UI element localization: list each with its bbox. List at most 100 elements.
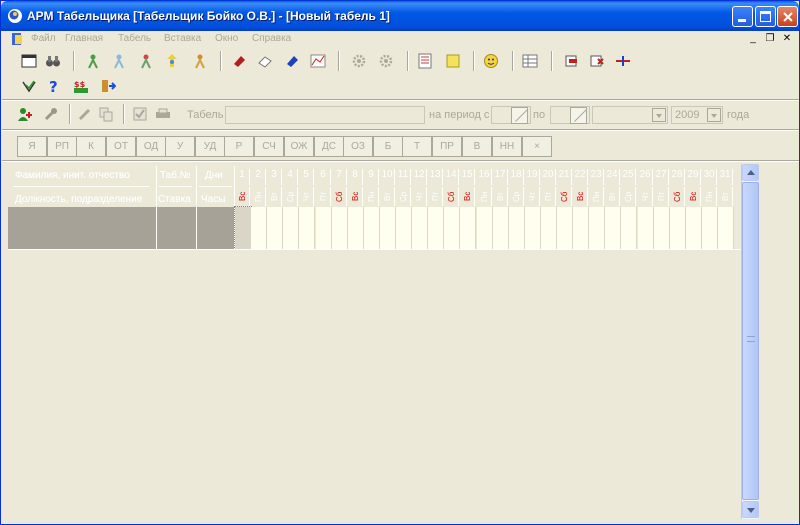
month-select[interactable] xyxy=(592,106,668,124)
day-cell[interactable] xyxy=(638,207,654,249)
menu-help[interactable]: Справка xyxy=(252,33,291,44)
scroll-up-button[interactable] xyxy=(742,164,759,181)
day-cell[interactable] xyxy=(444,207,460,249)
pencil-icon[interactable] xyxy=(77,106,93,122)
employee-name-cell[interactable] xyxy=(8,207,156,249)
code-button-10[interactable]: ДС xyxy=(314,136,344,157)
day-cell[interactable] xyxy=(364,207,380,249)
code-button-7[interactable]: Р xyxy=(224,136,254,157)
period-from-picker[interactable] xyxy=(511,107,528,124)
code-button-5[interactable]: У xyxy=(165,136,195,157)
chevron-down-icon[interactable] xyxy=(707,108,721,122)
code-button-4[interactable]: ОД xyxy=(136,136,166,157)
day-cell[interactable] xyxy=(509,207,525,249)
day-cell[interactable] xyxy=(477,207,493,249)
delete-row-icon[interactable] xyxy=(589,53,605,69)
chevron-down-icon[interactable] xyxy=(652,108,666,122)
day-cell[interactable] xyxy=(348,207,364,249)
code-button-14[interactable]: ПР xyxy=(432,136,462,157)
code-button-13[interactable]: Т xyxy=(402,136,432,157)
add-person-icon[interactable] xyxy=(85,53,101,69)
filter-check-icon[interactable] xyxy=(21,78,37,94)
calendar-icon[interactable] xyxy=(21,53,37,69)
grid-icon[interactable] xyxy=(522,53,538,69)
menu-insert[interactable]: Вставка xyxy=(164,33,201,44)
code-button-3[interactable]: ОТ xyxy=(106,136,136,157)
day-cell[interactable] xyxy=(702,207,718,249)
mdi-close-button[interactable]: ✕ xyxy=(781,33,793,45)
code-button-1[interactable]: РП xyxy=(47,136,77,157)
eraser-blue-icon[interactable] xyxy=(284,53,300,69)
period-from-field[interactable] xyxy=(491,106,531,124)
day-cell[interactable] xyxy=(605,207,621,249)
year-select[interactable]: 2009 xyxy=(671,106,723,124)
menu-window[interactable]: Окно xyxy=(215,33,238,44)
mdi-restore-button[interactable]: ❐ xyxy=(764,33,776,45)
table-icon[interactable] xyxy=(417,53,433,69)
eraser-red-icon[interactable] xyxy=(231,53,247,69)
day-cell[interactable] xyxy=(283,207,299,249)
code-button-11[interactable]: ОЗ xyxy=(343,136,373,157)
code-button-9[interactable]: ОЖ xyxy=(284,136,314,157)
tabel-field[interactable] xyxy=(225,106,425,124)
maximize-button[interactable] xyxy=(755,6,776,27)
vertical-scrollbar[interactable] xyxy=(741,164,759,519)
scroll-thumb[interactable] xyxy=(742,182,759,500)
person-up-icon[interactable] xyxy=(164,53,180,69)
binoculars-icon[interactable] xyxy=(45,53,61,69)
day-cell[interactable] xyxy=(428,207,444,249)
person-icon[interactable] xyxy=(111,53,127,69)
code-button-15[interactable]: В xyxy=(462,136,492,157)
day-cell[interactable] xyxy=(316,207,332,249)
day-cell[interactable] xyxy=(396,207,412,249)
close-button[interactable] xyxy=(777,6,798,27)
period-to-field[interactable] xyxy=(550,106,590,124)
remove-person-icon[interactable] xyxy=(138,53,154,69)
menu-file[interactable]: Файл xyxy=(31,33,56,44)
day-cell[interactable] xyxy=(267,207,283,249)
day-cell[interactable] xyxy=(525,207,541,249)
scroll-down-button[interactable] xyxy=(742,501,759,518)
day-cell[interactable] xyxy=(380,207,396,249)
code-button-0[interactable]: Я xyxy=(17,136,47,157)
note-icon[interactable] xyxy=(445,53,461,69)
exit-icon[interactable] xyxy=(100,78,116,94)
code-button-12[interactable]: Б xyxy=(373,136,403,157)
day-cell[interactable] xyxy=(557,207,573,249)
eraser-icon[interactable] xyxy=(257,53,273,69)
split-icon[interactable] xyxy=(615,53,631,69)
day-cell[interactable] xyxy=(718,207,734,249)
day-cell[interactable] xyxy=(573,207,589,249)
day-cell[interactable] xyxy=(654,207,670,249)
person-down-icon[interactable] xyxy=(192,53,208,69)
day-cell[interactable] xyxy=(460,207,476,249)
code-button-8[interactable]: СЧ xyxy=(254,136,284,157)
title-bar[interactable]: АРМ Табельщика [Табельщик Бойко О.В.] - … xyxy=(1,1,799,31)
minimize-button[interactable] xyxy=(732,6,753,27)
day-cell[interactable] xyxy=(493,207,509,249)
code-button-17[interactable]: × xyxy=(522,136,552,157)
day-cell[interactable] xyxy=(670,207,686,249)
day-cell[interactable] xyxy=(332,207,348,249)
gear-icon[interactable] xyxy=(351,53,367,69)
day-cell[interactable] xyxy=(621,207,637,249)
print-icon[interactable] xyxy=(155,106,171,122)
approve-icon[interactable] xyxy=(132,106,148,122)
menu-main[interactable]: Главная xyxy=(65,33,103,44)
money-icon[interactable]: $$ xyxy=(73,78,89,94)
code-button-2[interactable]: К xyxy=(76,136,106,157)
employee-days-cell[interactable] xyxy=(197,207,234,249)
day-cell[interactable] xyxy=(234,206,252,250)
day-cell[interactable] xyxy=(299,207,315,249)
day-cell[interactable] xyxy=(686,207,702,249)
day-cell[interactable] xyxy=(541,207,557,249)
employee-tab-cell[interactable] xyxy=(157,207,196,249)
help-icon[interactable]: ? xyxy=(46,78,62,94)
day-cell[interactable] xyxy=(589,207,605,249)
settings-icon[interactable] xyxy=(378,53,394,69)
code-button-6[interactable]: УД xyxy=(195,136,225,157)
day-cell[interactable] xyxy=(412,207,428,249)
insert-row-icon[interactable] xyxy=(564,53,580,69)
document-icon[interactable] xyxy=(11,32,24,46)
mdi-minimize-button[interactable]: _ xyxy=(747,33,759,45)
